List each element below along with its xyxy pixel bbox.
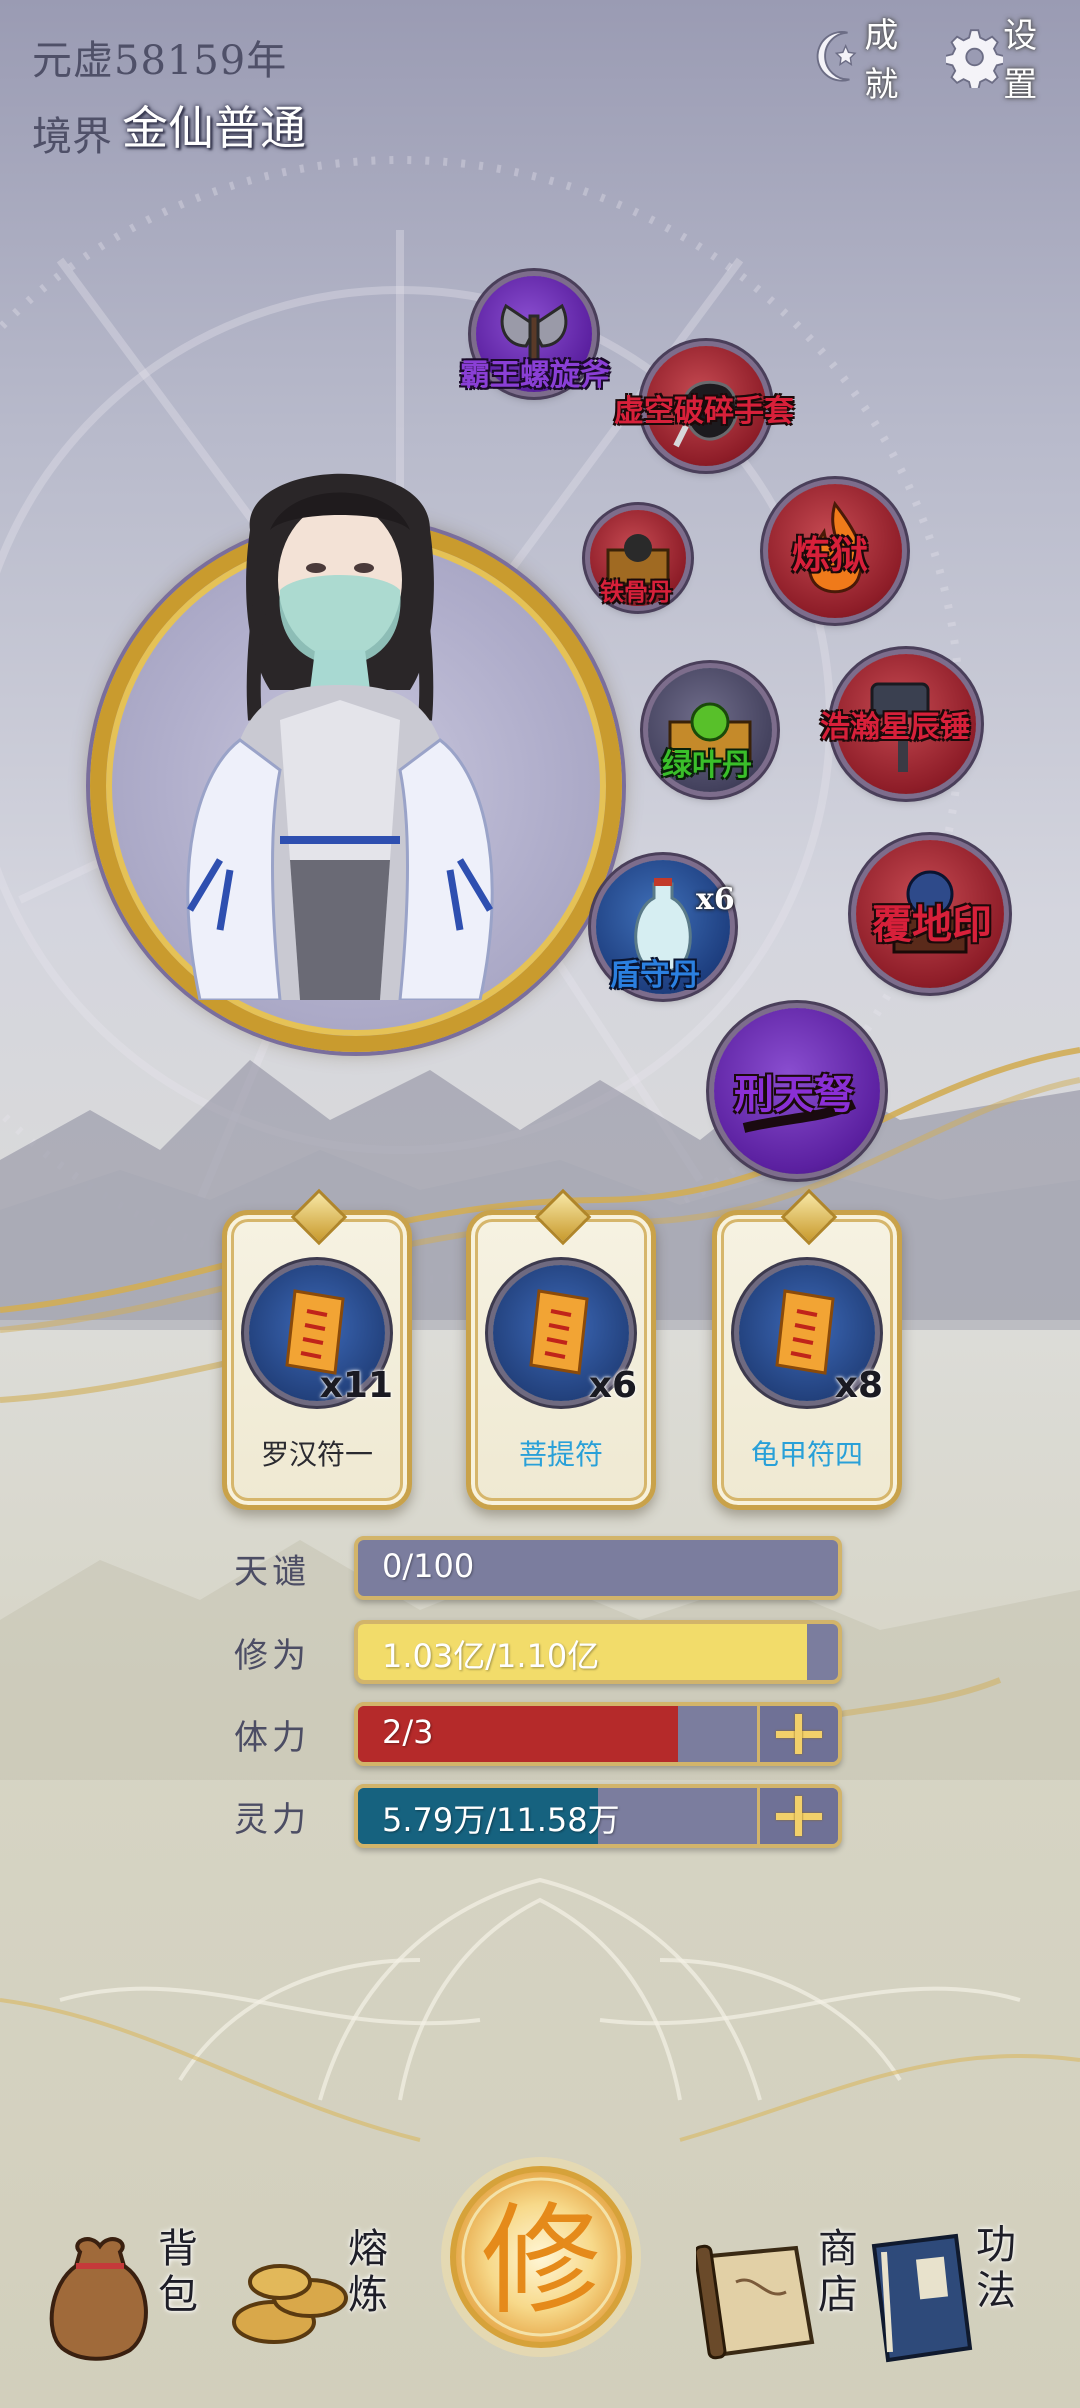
equip-slot-inferno[interactable]: 炼狱 <box>768 484 902 618</box>
equip-count-badge: x6 <box>696 882 735 917</box>
equip-name-label: 绿叶丹 <box>662 748 752 783</box>
equip-name-label: 霸王螺旋斧 <box>460 358 610 393</box>
lingli-bar: 5.79万/11.58万 <box>354 1784 842 1848</box>
talisman-name: 龟甲符四 <box>750 1438 863 1471</box>
tianqian-bar: 0/100 <box>354 1536 842 1600</box>
book-icon <box>871 2233 973 2363</box>
nav-skills-label: 功法 <box>976 2222 1016 2314</box>
lotus-art <box>59 1877 1021 2101</box>
realm-label: 境界 <box>32 114 112 160</box>
moon-star-icon <box>816 31 857 82</box>
nav-shop-label: 商店 <box>818 2226 858 2318</box>
talisman-card[interactable]: x6 菩提符 <box>466 1188 656 1510</box>
map-scroll-icon <box>693 2244 815 2360</box>
nav-bag-label: 背包 <box>158 2226 198 2318</box>
talisman-name: 菩提符 <box>518 1438 603 1471</box>
era-year: 元虚58159年 <box>32 38 288 84</box>
tili-bar: 2/3 <box>354 1702 842 1766</box>
gear-icon <box>946 29 1004 88</box>
settings-label: 设置 <box>1003 16 1038 105</box>
equip-name-label: 铁骨丹 <box>600 577 672 606</box>
equip-name-label: 覆地印 <box>872 901 992 948</box>
talisman-count: x11 <box>319 1365 393 1406</box>
stat-label-tili: 体力 <box>234 1718 310 1758</box>
equip-name-label: 盾守丹 <box>610 958 700 993</box>
achievements-label: 成就 <box>864 16 899 105</box>
equip-name-label: 炼狱 <box>792 532 869 577</box>
tianqian-value: 0/100 <box>382 1547 475 1585</box>
stat-label-xiuwei: 修为 <box>234 1636 310 1676</box>
tili-value: 2/3 <box>382 1713 434 1751</box>
talisman-card[interactable]: x11 罗汉符一 <box>222 1188 412 1510</box>
equip-name-label: 刑天弩 <box>734 1071 854 1118</box>
ingots-icon <box>232 2264 348 2344</box>
stat-label-lingli: 灵力 <box>234 1800 310 1840</box>
equip-name-label: 虚空破碎手套 <box>614 394 794 429</box>
nav-smelt-button[interactable]: 熔炼 <box>224 2226 394 2362</box>
xiuwei-value: 1.03亿/1.10亿 <box>382 1637 600 1675</box>
settings-button[interactable]: 设置 <box>946 12 1066 105</box>
equip-slot-iron-pill[interactable]: 铁骨丹 <box>590 510 686 606</box>
character-avatar[interactable] <box>130 440 550 1000</box>
cultivate-glyph: 修 <box>481 2192 601 2331</box>
lingli-value: 5.79万/11.58万 <box>382 1801 620 1839</box>
nav-bag-button[interactable]: 背包 <box>40 2226 210 2362</box>
equip-slot-hammer[interactable]: 浩瀚星辰锤 <box>820 654 976 794</box>
stat-label-tianqian: 天谴 <box>234 1552 310 1592</box>
xiuwei-bar: 1.03亿/1.10亿 <box>354 1620 842 1684</box>
bag-icon <box>49 2237 148 2361</box>
nav-skills-button[interactable]: 功法 <box>860 2222 1056 2363</box>
achievements-button[interactable]: 成就 <box>812 12 928 105</box>
equip-slot-axe[interactable]: 霸王螺旋斧 <box>460 276 610 393</box>
nav-shop-button[interactable]: 商店 <box>693 2226 876 2362</box>
cultivate-button[interactable]: 修 <box>436 2132 646 2372</box>
equip-slot-gloves[interactable]: 虚空破碎手套 <box>614 346 794 466</box>
equip-slot-shield-pill[interactable]: x6 盾守丹 <box>596 860 735 994</box>
talisman-name: 罗汉符一 <box>260 1438 373 1471</box>
lingli-plus-button[interactable] <box>757 1788 838 1844</box>
talisman-count: x8 <box>834 1365 883 1406</box>
equip-name-label: 浩瀚星辰锤 <box>820 710 970 745</box>
talisman-count: x6 <box>588 1365 637 1406</box>
equip-slot-seal[interactable]: 覆地印 <box>856 840 1004 988</box>
talisman-card[interactable]: x8 龟甲符四 <box>712 1188 902 1510</box>
realm-value: 金仙普通 <box>122 101 306 155</box>
equip-slot-green-pill[interactable]: 绿叶丹 <box>648 668 772 792</box>
nav-smelt-label: 熔炼 <box>348 2226 388 2318</box>
tili-plus-button[interactable] <box>757 1706 838 1762</box>
equip-slot-crossbow[interactable]: 刑天弩 <box>714 1008 880 1174</box>
